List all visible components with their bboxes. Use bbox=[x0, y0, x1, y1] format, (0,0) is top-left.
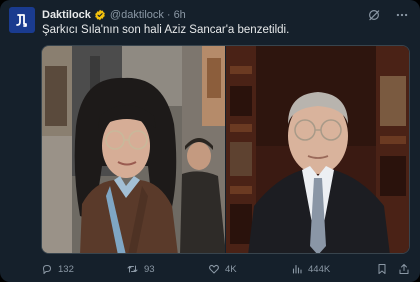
grok-icon[interactable] bbox=[366, 7, 382, 23]
verified-badge-icon bbox=[94, 9, 106, 21]
author-handle[interactable]: @daktilock bbox=[110, 9, 164, 21]
retweet-count: 93 bbox=[144, 263, 155, 275]
tweet-time[interactable]: 6h bbox=[174, 9, 186, 21]
like-count: 4K bbox=[225, 263, 237, 275]
reply-icon bbox=[43, 265, 51, 274]
author-name[interactable]: Daktilock bbox=[42, 9, 91, 21]
reply-count: 132 bbox=[58, 263, 74, 275]
retweet-button[interactable]: 93 bbox=[126, 263, 155, 275]
views-count: 444K bbox=[308, 263, 331, 275]
tweet-media[interactable] bbox=[41, 45, 410, 254]
share-button[interactable] bbox=[398, 263, 410, 275]
tweet-card[interactable]: Daktilock @daktilock · 6h Şarkıcı Sıla'n bbox=[0, 0, 420, 282]
bookmark-button[interactable] bbox=[376, 263, 388, 275]
photo-left[interactable] bbox=[42, 46, 225, 253]
photo-right[interactable] bbox=[226, 46, 409, 253]
share-icon bbox=[399, 264, 409, 274]
tweet-text: Şarkıcı Sıla'nın son hali Aziz Sancar'a … bbox=[42, 24, 290, 36]
heart-icon bbox=[209, 264, 219, 274]
views-bar-icon bbox=[292, 264, 302, 274]
separator-dot: · bbox=[166, 9, 171, 21]
retweet-icon bbox=[127, 265, 138, 273]
reply-button[interactable]: 132 bbox=[41, 263, 74, 275]
views-button[interactable]: 444K bbox=[291, 263, 330, 275]
like-button[interactable]: 4K bbox=[208, 263, 237, 275]
daktilock-logo bbox=[16, 14, 27, 27]
avatar[interactable] bbox=[9, 7, 35, 33]
tweet-actions: 132 93 4K 444K bbox=[41, 261, 410, 277]
bookmark-icon bbox=[378, 264, 386, 274]
tweet-header: Daktilock @daktilock · 6h bbox=[42, 8, 186, 22]
more-dots-icon[interactable] bbox=[394, 7, 410, 23]
